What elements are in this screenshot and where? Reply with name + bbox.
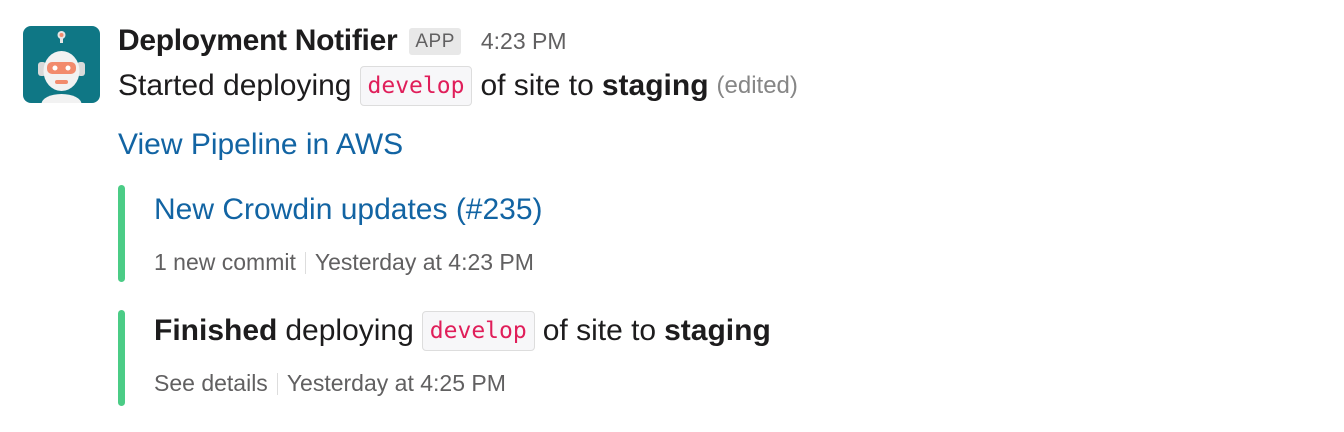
footer-separator xyxy=(304,251,306,274)
attachment-finished: Finished deploying develop of site to st… xyxy=(118,310,1018,406)
commit-count: 1 new commit xyxy=(154,249,296,275)
attachment-color-bar xyxy=(118,310,125,406)
app-badge: APP xyxy=(409,27,461,55)
attachment-text: deploying xyxy=(285,314,414,347)
crowdin-updates-link[interactable]: New Crowdin updates (#235) xyxy=(154,193,543,227)
attachment-timestamp[interactable]: Yesterday at 4:23 PM xyxy=(315,249,534,276)
message-text: Started deploying develop of site to sta… xyxy=(118,66,798,106)
see-details-label: See details xyxy=(154,370,268,396)
message-text-middle: of site to xyxy=(480,69,594,102)
sender-name[interactable]: Deployment Notifier xyxy=(118,24,398,58)
attachment-crowdin: New Crowdin updates (#235) 1 new commit … xyxy=(118,185,1018,282)
environment-name: staging xyxy=(601,69,709,102)
attachment-title: New Crowdin updates (#235) xyxy=(154,193,543,227)
finished-label: Finished xyxy=(154,314,278,347)
attachment-text-middle: of site to xyxy=(542,314,657,347)
message-text-prefix: Started deploying xyxy=(118,69,352,102)
message: Deployment Notifier APP 4:23 PM Started … xyxy=(0,0,1344,432)
view-pipeline-link[interactable]: View Pipeline in AWS xyxy=(118,128,403,162)
timestamp[interactable]: 4:23 PM xyxy=(481,28,567,55)
attachment-footer: 1 new commit Yesterday at 4:23 PM xyxy=(154,249,534,276)
branch-code: develop xyxy=(359,66,473,106)
attachment-color-bar xyxy=(118,185,125,282)
message-header: Deployment Notifier APP 4:23 PM xyxy=(118,24,567,58)
branch-code: develop xyxy=(421,311,535,351)
attachment-footer: See details Yesterday at 4:25 PM xyxy=(154,370,506,397)
avatar[interactable] xyxy=(23,26,100,103)
attachment-title: Finished deploying develop of site to st… xyxy=(154,311,771,351)
robot-icon xyxy=(38,31,85,103)
environment-name: staging xyxy=(664,314,771,347)
attachment-timestamp[interactable]: Yesterday at 4:25 PM xyxy=(287,370,506,397)
footer-separator xyxy=(276,372,278,395)
edited-label: (edited) xyxy=(716,72,798,99)
